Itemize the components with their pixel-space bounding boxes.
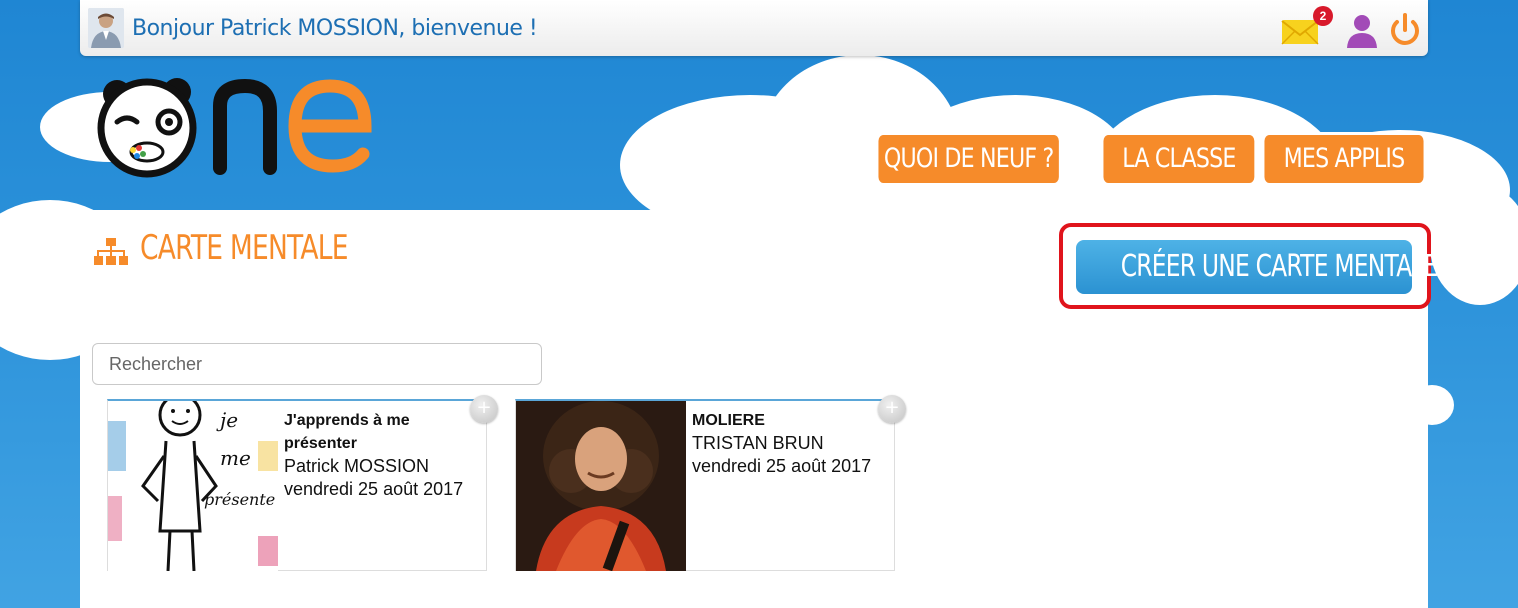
thumb-word: présente xyxy=(204,490,275,509)
nav-la-classe[interactable]: LA CLASSE xyxy=(1101,132,1257,186)
thumb-word: me xyxy=(220,446,251,470)
power-icon[interactable] xyxy=(1385,10,1425,50)
nav-mes-applis[interactable]: MES APPLIS xyxy=(1262,132,1426,186)
avatar[interactable] xyxy=(88,8,124,48)
card-date: vendredi 25 août 2017 xyxy=(284,479,464,499)
card-thumbnail xyxy=(516,401,686,571)
card-date: vendredi 25 août 2017 xyxy=(692,456,872,476)
card-title: J'apprends à me présenter xyxy=(284,412,410,452)
nav-quoi-de-neuf[interactable]: QUOI DE NEUF ? xyxy=(876,132,1062,186)
create-mind-map-button[interactable]: CRÉER UNE CARTE MENTALE xyxy=(1076,240,1438,294)
mind-map-card[interactable]: MOLIERE TRISTAN BRUN vendredi 25 août 20… xyxy=(515,395,906,571)
welcome-message: Bonjour Patrick MOSSION, bienvenue ! xyxy=(132,16,538,41)
one-logo[interactable] xyxy=(95,56,385,186)
card-thumbnail: je me présente xyxy=(108,401,278,571)
mind-map-card[interactable]: je me présente J'apprends à me présenter… xyxy=(107,395,498,571)
user-profile-icon[interactable] xyxy=(1342,10,1382,50)
card-title: MOLIERE xyxy=(692,412,765,429)
page-title: CARTE MENTALE xyxy=(140,228,348,268)
card-author: Patrick MOSSION xyxy=(284,456,430,476)
top-bar: Bonjour Patrick MOSSION, bienvenue ! 2 xyxy=(80,0,1428,56)
message-count-badge: 2 xyxy=(1313,6,1333,26)
thumb-word: je xyxy=(216,408,238,432)
plus-icon[interactable]: + xyxy=(470,395,498,423)
card-author: TRISTAN BRUN xyxy=(692,433,824,453)
main-content: CARTE MENTALE CRÉER UNE CARTE MENTALE je… xyxy=(80,210,1438,608)
search-input[interactable] xyxy=(92,343,542,385)
sitemap-icon xyxy=(94,238,128,266)
plus-icon[interactable]: + xyxy=(878,395,906,423)
create-mind-map-label: CRÉER UNE CARTE MENTALE xyxy=(1120,249,1439,284)
